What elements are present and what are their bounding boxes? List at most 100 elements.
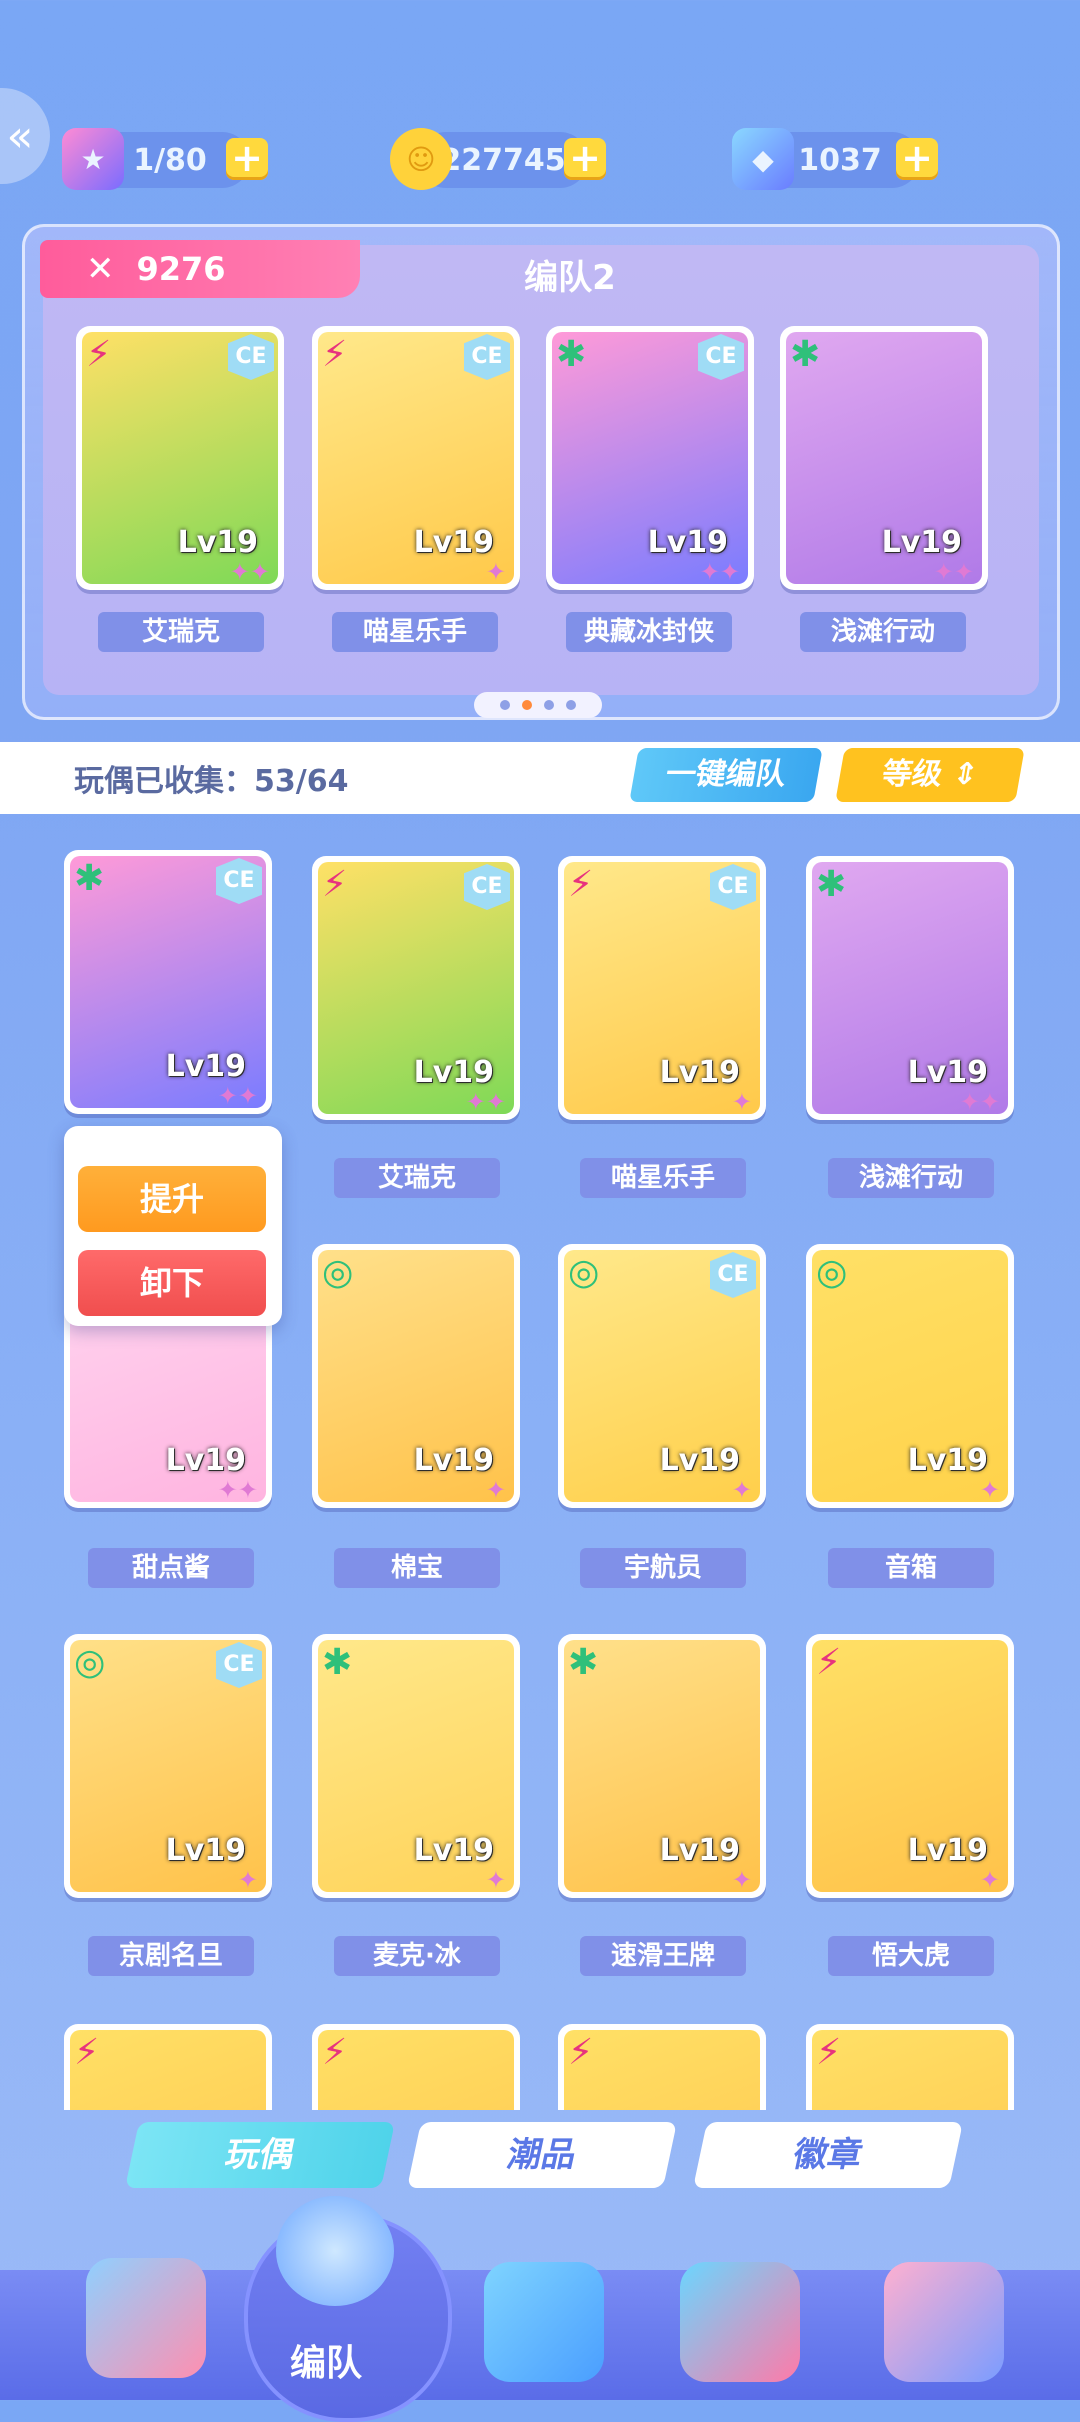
lightning-icon: ⚡ [816,2032,842,2073]
lightning-icon: ⚡ [568,2032,594,2073]
doll-card[interactable]: ⚡ Lv19 ✦ [806,1634,1014,1898]
asterisk-icon: ✱ [790,334,821,375]
doll-card[interactable]: ⚡ [64,2024,272,2110]
upgrade-button[interactable]: 提升 [78,1166,266,1232]
spiral-icon: ◎ [568,1252,600,1293]
energy-counter: ★ 1/80 + [62,128,268,190]
asterisk-icon: ✱ [322,1642,353,1683]
sort-label: 等级 [879,757,946,792]
doll-card[interactable]: ⚡ [558,2024,766,2110]
asterisk-icon: ✱ [556,334,587,375]
lightning-icon: ⚡ [86,334,112,375]
doll-name: 浅滩行动 [828,1158,994,1198]
tab-trends[interactable]: 潮品 [406,2122,678,2188]
level-label: Lv19 [165,1049,246,1084]
level-label: Lv19 [659,1443,740,1478]
stars-icon: ✦ [979,1476,1000,1504]
team-pager[interactable] [474,692,602,718]
ce-badge: CE [464,334,510,380]
level-label: Lv19 [881,525,962,560]
doll-card[interactable]: ⚡ CE Lv19 ✦ [558,856,766,1120]
team-member-name: 典藏冰封侠 [566,612,732,652]
level-label: Lv19 [413,525,494,560]
gem-value: 1037 [798,142,882,178]
level-label: Lv19 [165,1443,246,1478]
auto-team-button[interactable]: 一键编队 [629,748,823,802]
level-label: Lv19 [177,525,258,560]
crystal-icon: ◆ [732,128,794,190]
asterisk-icon: ✱ [74,858,105,899]
doll-card[interactable]: ✱ Lv19 ✦ [558,1634,766,1898]
spiral-icon: ◎ [74,1642,106,1683]
doll-card[interactable]: ◎ Lv19 ✦ [806,1244,1014,1508]
back-button[interactable]: « [0,88,50,184]
doll-name: 喵星乐手 [580,1158,746,1198]
pager-dot[interactable] [566,700,576,710]
stars-icon: ✦ [731,1476,752,1504]
doll-name: 宇航员 [580,1548,746,1588]
team-card-4[interactable]: ✱ Lv19 ✦✦ [780,326,988,590]
level-label: Lv19 [413,1833,494,1868]
card-action-popup: 提升 卸下 [64,1126,282,1326]
level-label: Lv19 [907,1833,988,1868]
ce-badge: CE [710,1252,756,1298]
team-power-badge: ✕ 9276 [40,240,360,298]
doll-card[interactable]: ✱ Lv19 ✦ [312,1634,520,1898]
nav-home-icon[interactable] [86,2258,206,2378]
pager-dot[interactable] [544,700,554,710]
stars-icon: ✦ [485,1476,506,1504]
level-label: Lv19 [659,1833,740,1868]
chevron-left-icon: « [6,110,34,162]
nav-mystery-icon[interactable] [884,2262,1004,2382]
doll-name: 甜点酱 [88,1548,254,1588]
sort-level-button[interactable]: 等级 ⇕ [835,748,1025,802]
doll-card[interactable]: ✱ Lv19 ✦✦ [806,856,1014,1120]
spiral-icon: ◎ [816,1252,848,1293]
team-card-1[interactable]: ⚡ CE Lv19 ✦✦ [76,326,284,590]
team-member-name: 喵星乐手 [332,612,498,652]
doll-name: 悟大虎 [828,1936,994,1976]
doll-card[interactable]: ⚡ [312,2024,520,2110]
stars-icon: ✦✦ [933,558,974,586]
ce-badge: CE [698,334,744,380]
crossed-swords-icon: ✕ [86,249,115,289]
team-card-2[interactable]: ⚡ CE Lv19 ✦ [312,326,520,590]
unload-button[interactable]: 卸下 [78,1250,266,1316]
coin-value: 227745 [440,142,566,178]
tab-dolls[interactable]: 玩偶 [124,2122,396,2188]
doll-card[interactable]: ◎ Lv19 ✦ [312,1244,520,1508]
whistle-icon [276,2196,394,2306]
stars-icon: ✦✦ [217,1476,258,1504]
lightning-icon: ⚡ [322,864,348,905]
pager-dot[interactable] [500,700,510,710]
tab-badges[interactable]: 徽章 [692,2122,964,2188]
doll-card[interactable]: ⚡ [806,2024,1014,2110]
doll-card[interactable]: ⚡ CE Lv19 ✦✦ [312,856,520,1120]
doll-name: 速滑王牌 [580,1936,746,1976]
team-card-3[interactable]: ✱ CE Lv19 ✦✦ [546,326,754,590]
doll-card[interactable]: ◎ CE Lv19 ✦ [558,1244,766,1508]
ce-badge: CE [710,864,756,910]
doll-card[interactable]: ◎ CE Lv19 ✦ [64,1634,272,1898]
team-power-value: 9276 [136,250,226,288]
stars-icon: ✦✦ [465,1088,506,1116]
add-coin-button[interactable]: + [564,138,606,180]
doll-name: 音箱 [828,1548,994,1588]
doll-card[interactable]: ✱ CE Lv19 ✦✦ [64,850,272,1114]
spiral-icon: ◎ [322,1252,354,1293]
lightning-icon: ⚡ [568,864,594,905]
stars-icon: ✦ [731,1088,752,1116]
ce-badge: CE [216,1642,262,1688]
card-row-partial: ⚡ ⚡ ⚡ ⚡ [64,2024,1016,2110]
add-gem-button[interactable]: + [896,138,938,180]
sort-arrows-icon: ⇕ [949,757,981,792]
add-energy-button[interactable]: + [226,138,268,180]
level-label: Lv19 [413,1443,494,1478]
stars-icon: ✦✦ [699,558,740,586]
doll-name: 麦克·冰 [334,1936,500,1976]
lightning-icon: ⚡ [74,2032,100,2073]
coin-icon: ☺ [390,128,452,190]
nav-gamepad-icon[interactable] [484,2262,604,2382]
nav-trophy-icon[interactable] [680,2262,800,2382]
pager-dot-active[interactable] [522,700,532,710]
